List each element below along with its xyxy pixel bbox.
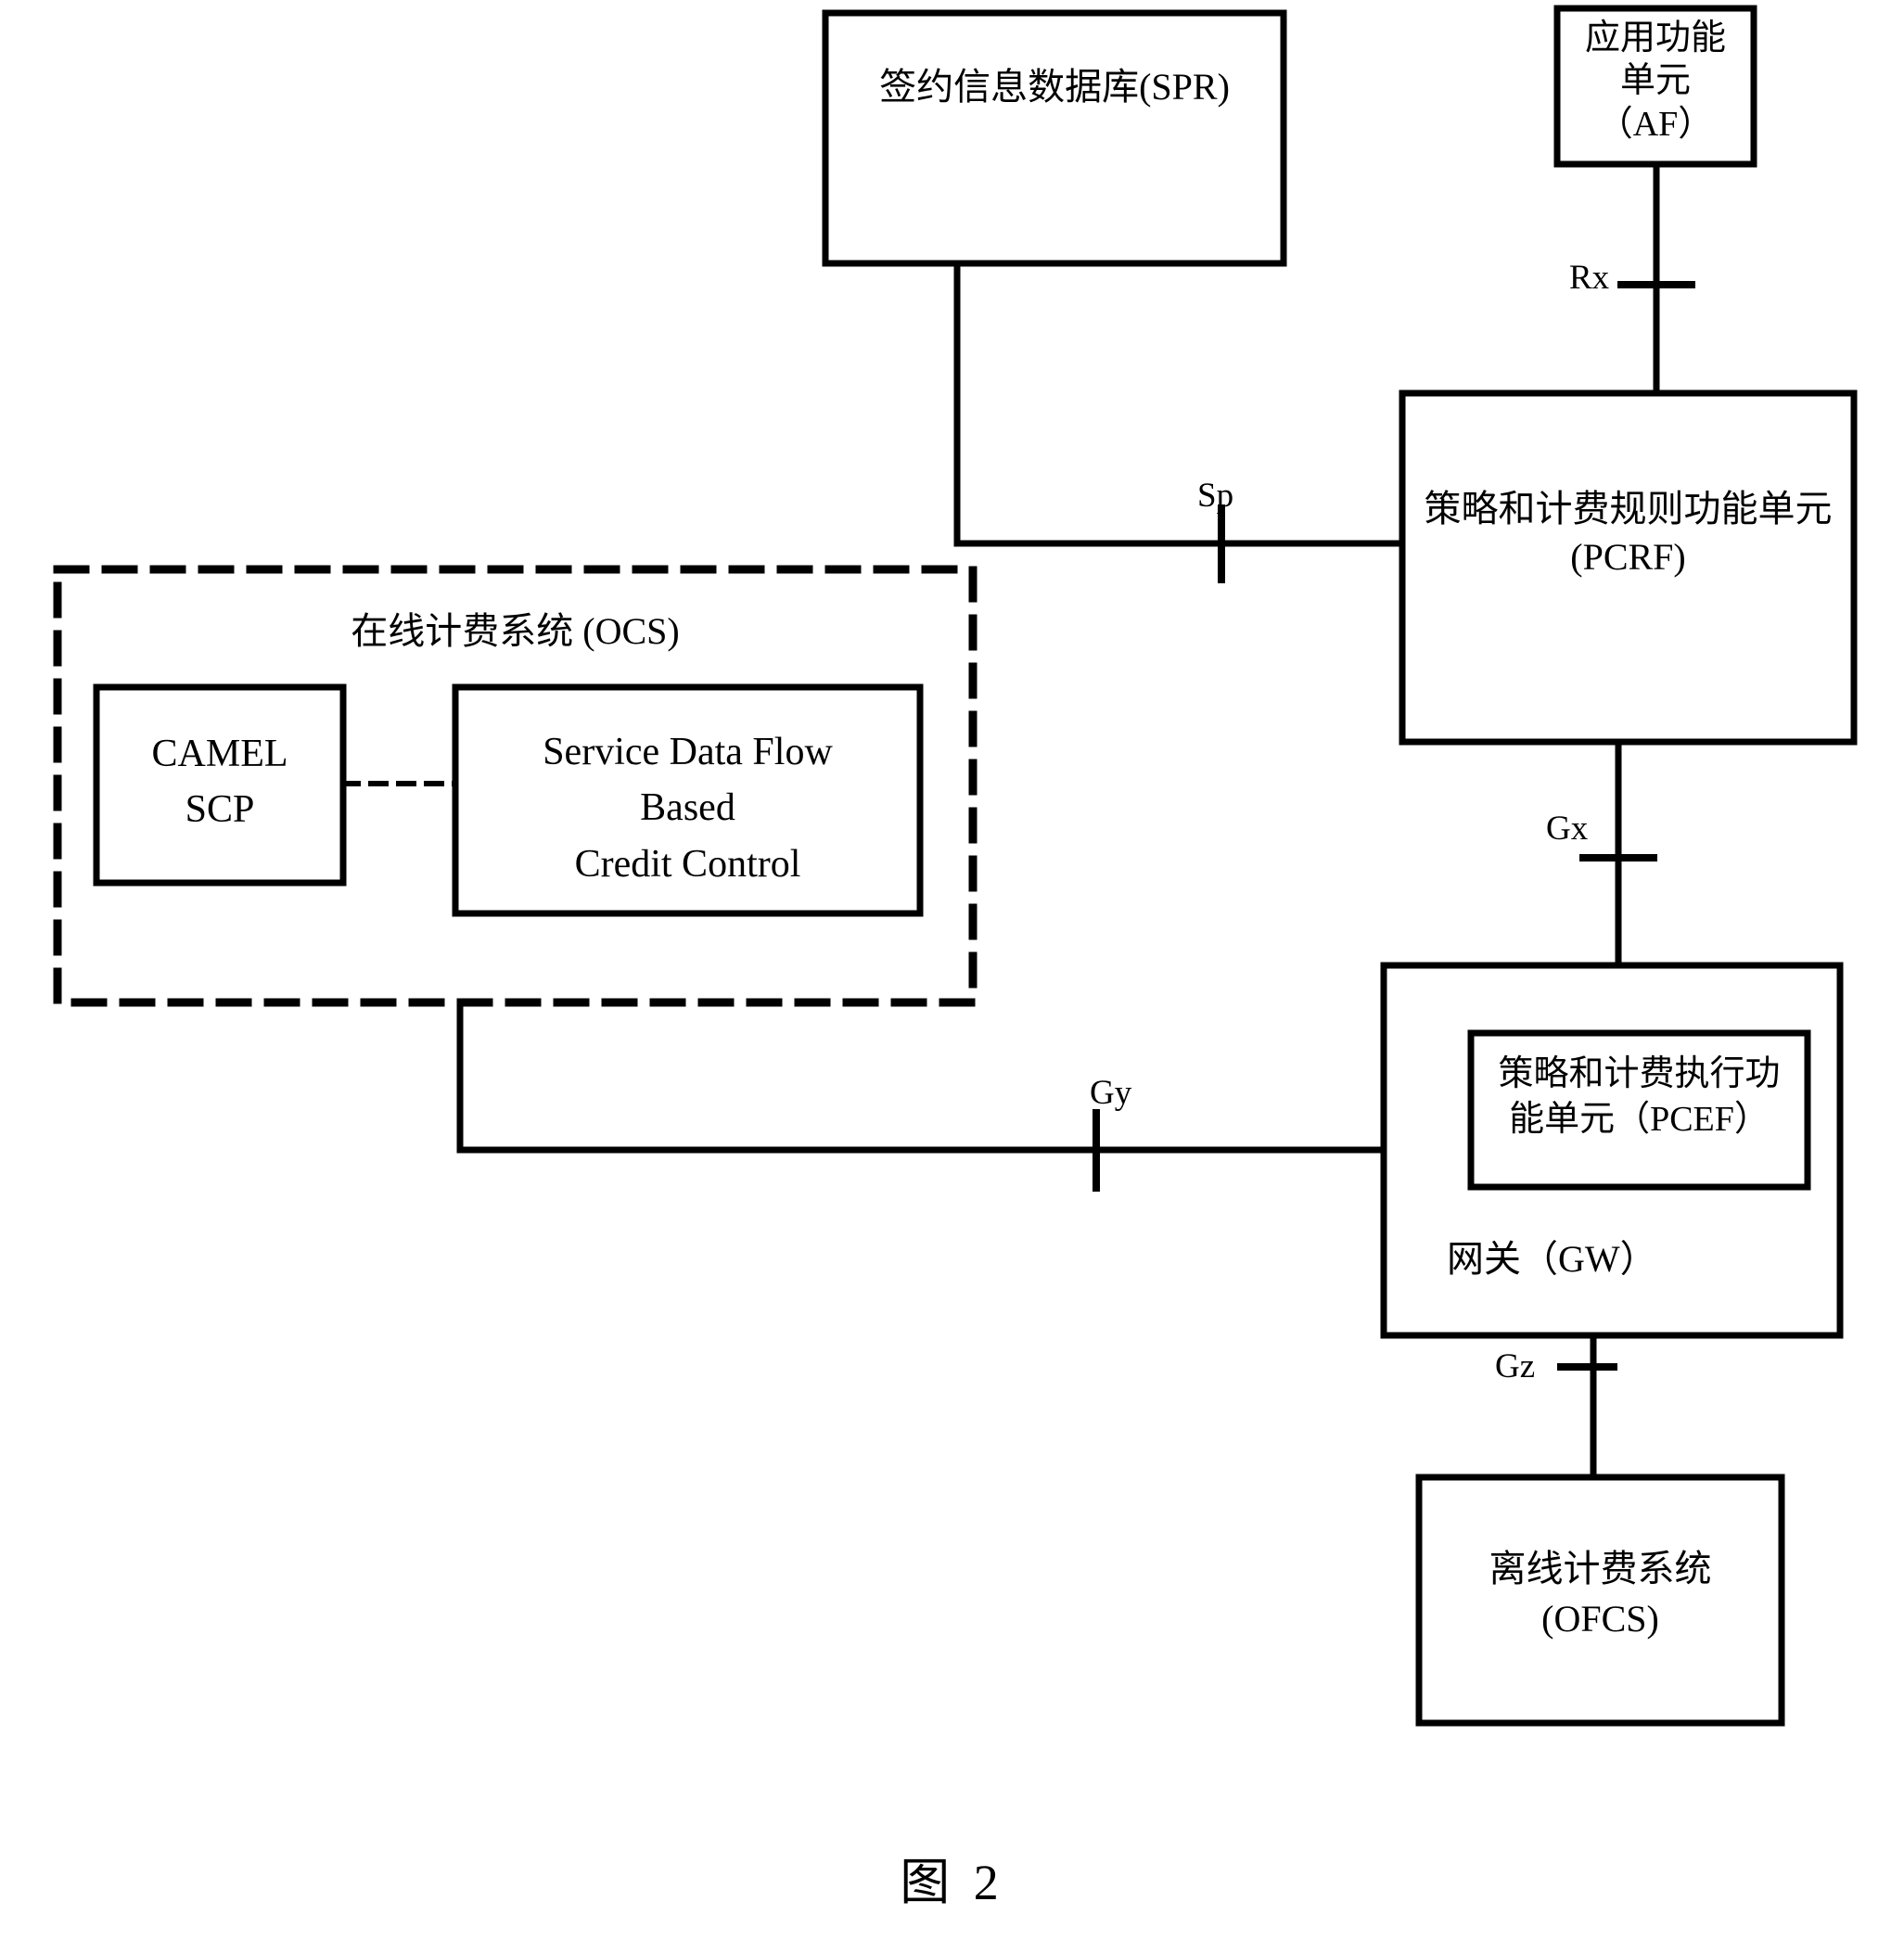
gx-label: Gx <box>1546 810 1589 848</box>
ofcs-box <box>1415 1474 1785 1727</box>
service-data-flow-box <box>452 683 924 917</box>
rx-label: Rx <box>1569 259 1610 297</box>
pcrf-box <box>1399 389 1858 746</box>
sp-label: Sp <box>1197 477 1234 515</box>
camel-scp-box <box>93 683 347 887</box>
figure-caption: 图 2 <box>900 1855 1004 1910</box>
pcef-box <box>1467 1029 1811 1191</box>
af-box <box>1553 5 1757 168</box>
link-spr-pcrf <box>953 260 1406 547</box>
spr-box <box>822 9 1287 267</box>
figure-canvas: 签约信息数据库(SPR) 应用功能 单元 （AF） 策略和计费规则功能单元 (P… <box>0 0 1904 1940</box>
gz-label: Gz <box>1495 1347 1536 1385</box>
diagram-svg <box>53 5 1858 1727</box>
gy-label: Gy <box>1090 1074 1132 1112</box>
link-ocs-gw <box>456 999 1387 1154</box>
